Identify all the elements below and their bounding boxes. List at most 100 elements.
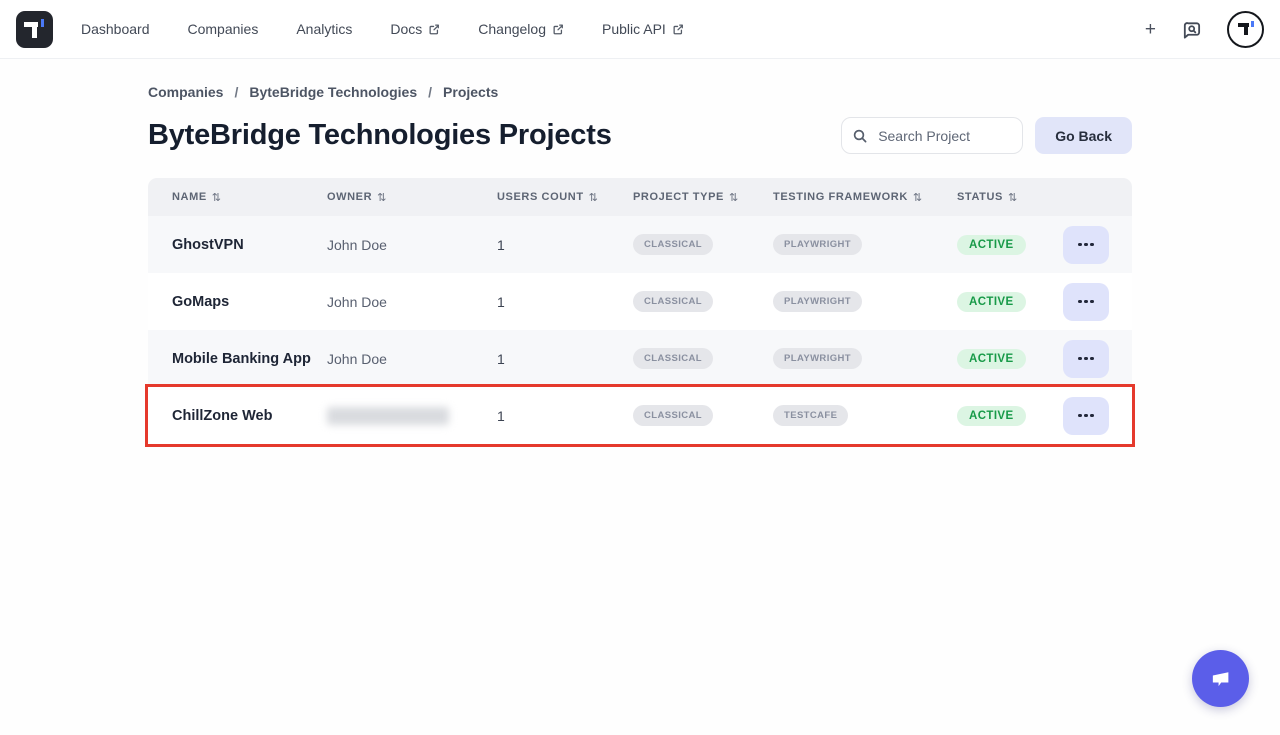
- breadcrumb-separator: /: [428, 84, 432, 100]
- project-name[interactable]: ChillZone Web: [148, 408, 327, 424]
- column-header-status[interactable]: STATUS ⇅: [957, 191, 1063, 204]
- go-back-button[interactable]: Go Back: [1035, 117, 1132, 154]
- user-avatar[interactable]: [1227, 11, 1264, 48]
- table-row[interactable]: Mobile Banking App John Doe 1 CLASSICAL …: [148, 330, 1132, 387]
- search-input[interactable]: [841, 117, 1023, 154]
- top-navigation: Dashboard Companies Analytics Docs Chang…: [0, 0, 1280, 59]
- sort-icon[interactable]: ⇅: [589, 191, 599, 204]
- table-row[interactable]: GoMaps John Doe 1 CLASSICAL PLAYWRIGHT A…: [148, 273, 1132, 330]
- project-owner: [327, 407, 497, 425]
- column-header-name[interactable]: NAME ⇅: [148, 191, 327, 204]
- nav-item-label: Public API: [602, 21, 666, 37]
- nav-item-companies[interactable]: Companies: [188, 21, 259, 37]
- nav-item-dashboard[interactable]: Dashboard: [81, 21, 150, 37]
- table-row-highlighted[interactable]: ChillZone Web 1 CLASSICAL TESTCAFE ACTIV…: [148, 387, 1132, 444]
- status-badge: ACTIVE: [957, 235, 1026, 255]
- search-box: [841, 117, 1023, 154]
- ellipsis-icon: [1090, 357, 1094, 361]
- search-chat-icon[interactable]: [1181, 19, 1202, 40]
- nav-item-analytics[interactable]: Analytics: [296, 21, 352, 37]
- app-logo[interactable]: [16, 11, 53, 48]
- chat-widget-button[interactable]: [1192, 650, 1249, 707]
- testing-framework-badge: PLAYWRIGHT: [773, 348, 862, 369]
- status-badge: ACTIVE: [957, 349, 1026, 369]
- sort-icon[interactable]: ⇅: [212, 191, 222, 204]
- nav-item-docs[interactable]: Docs: [390, 21, 440, 37]
- external-link-icon: [672, 23, 684, 35]
- projects-table: NAME ⇅ OWNER ⇅ USERS COUNT ⇅ PROJECT TYP…: [148, 178, 1132, 444]
- sort-icon[interactable]: ⇅: [377, 191, 387, 204]
- users-count: 1: [497, 294, 633, 310]
- breadcrumb-projects[interactable]: Projects: [443, 84, 498, 100]
- users-count: 1: [497, 408, 633, 424]
- ellipsis-icon: [1078, 357, 1082, 361]
- table-row[interactable]: GhostVPN John Doe 1 CLASSICAL PLAYWRIGHT…: [148, 216, 1132, 273]
- project-owner: John Doe: [327, 294, 497, 310]
- page-title: ByteBridge Technologies Projects: [148, 119, 612, 152]
- owner-redacted-blur: [327, 407, 449, 425]
- external-link-icon: [428, 23, 440, 35]
- sort-icon[interactable]: ⇅: [729, 191, 739, 204]
- sort-icon[interactable]: ⇅: [913, 191, 923, 204]
- row-actions-button[interactable]: [1063, 397, 1109, 435]
- add-button[interactable]: +: [1145, 20, 1156, 39]
- nav-item-changelog[interactable]: Changelog: [478, 21, 564, 37]
- testing-framework-badge: PLAYWRIGHT: [773, 291, 862, 312]
- nav-links: Dashboard Companies Analytics Docs Chang…: [81, 21, 684, 37]
- column-header-owner[interactable]: OWNER ⇅: [327, 191, 497, 204]
- project-name[interactable]: GhostVPN: [148, 237, 327, 253]
- project-name[interactable]: GoMaps: [148, 294, 327, 310]
- ellipsis-icon: [1084, 414, 1088, 418]
- project-type-badge: CLASSICAL: [633, 234, 713, 255]
- ellipsis-icon: [1090, 300, 1094, 304]
- nav-item-label: Docs: [390, 21, 422, 37]
- toolbar: Go Back: [841, 117, 1132, 154]
- breadcrumb: Companies / ByteBridge Technologies / Pr…: [148, 84, 1132, 100]
- row-actions-button[interactable]: [1063, 340, 1109, 378]
- main-content: Companies / ByteBridge Technologies / Pr…: [148, 84, 1132, 444]
- ellipsis-icon: [1084, 357, 1088, 361]
- column-header-testing-framework[interactable]: TESTING FRAMEWORK ⇅: [773, 191, 957, 204]
- project-name[interactable]: Mobile Banking App: [148, 351, 327, 367]
- table-header: NAME ⇅ OWNER ⇅ USERS COUNT ⇅ PROJECT TYP…: [148, 178, 1132, 216]
- ellipsis-icon: [1090, 414, 1094, 418]
- project-owner: John Doe: [327, 351, 497, 367]
- testing-framework-badge: PLAYWRIGHT: [773, 234, 862, 255]
- ellipsis-icon: [1090, 243, 1094, 247]
- nav-item-label: Changelog: [478, 21, 546, 37]
- project-type-badge: CLASSICAL: [633, 348, 713, 369]
- row-actions-button[interactable]: [1063, 226, 1109, 264]
- status-badge: ACTIVE: [957, 406, 1026, 426]
- nav-right-cluster: +: [1145, 11, 1264, 48]
- breadcrumb-companies[interactable]: Companies: [148, 84, 223, 100]
- testing-framework-badge: TESTCAFE: [773, 405, 848, 426]
- chat-bubble-icon: [1207, 665, 1234, 692]
- column-header-project-type[interactable]: PROJECT TYPE ⇅: [633, 191, 773, 204]
- logo-accent-mark: [41, 19, 44, 27]
- nav-item-public-api[interactable]: Public API: [602, 21, 684, 37]
- users-count: 1: [497, 237, 633, 253]
- avatar-accent-mark: [1251, 21, 1254, 27]
- row-actions-button[interactable]: [1063, 283, 1109, 321]
- project-type-badge: CLASSICAL: [633, 405, 713, 426]
- sort-icon[interactable]: ⇅: [1008, 191, 1018, 204]
- nav-item-label: Analytics: [296, 21, 352, 37]
- users-count: 1: [497, 351, 633, 367]
- ellipsis-icon: [1078, 243, 1082, 247]
- column-header-users-count[interactable]: USERS COUNT ⇅: [497, 191, 633, 204]
- ellipsis-icon: [1078, 414, 1082, 418]
- search-icon: [852, 128, 868, 144]
- external-link-icon: [552, 23, 564, 35]
- nav-item-label: Companies: [188, 21, 259, 37]
- project-owner: John Doe: [327, 237, 497, 253]
- ellipsis-icon: [1084, 300, 1088, 304]
- project-type-badge: CLASSICAL: [633, 291, 713, 312]
- status-badge: ACTIVE: [957, 292, 1026, 312]
- page-header-row: ByteBridge Technologies Projects Go Back: [148, 117, 1132, 154]
- breadcrumb-company[interactable]: ByteBridge Technologies: [249, 84, 417, 100]
- nav-item-label: Dashboard: [81, 21, 150, 37]
- ellipsis-icon: [1084, 243, 1088, 247]
- ellipsis-icon: [1078, 300, 1082, 304]
- breadcrumb-separator: /: [234, 84, 238, 100]
- avatar-t-shape: [1244, 23, 1248, 35]
